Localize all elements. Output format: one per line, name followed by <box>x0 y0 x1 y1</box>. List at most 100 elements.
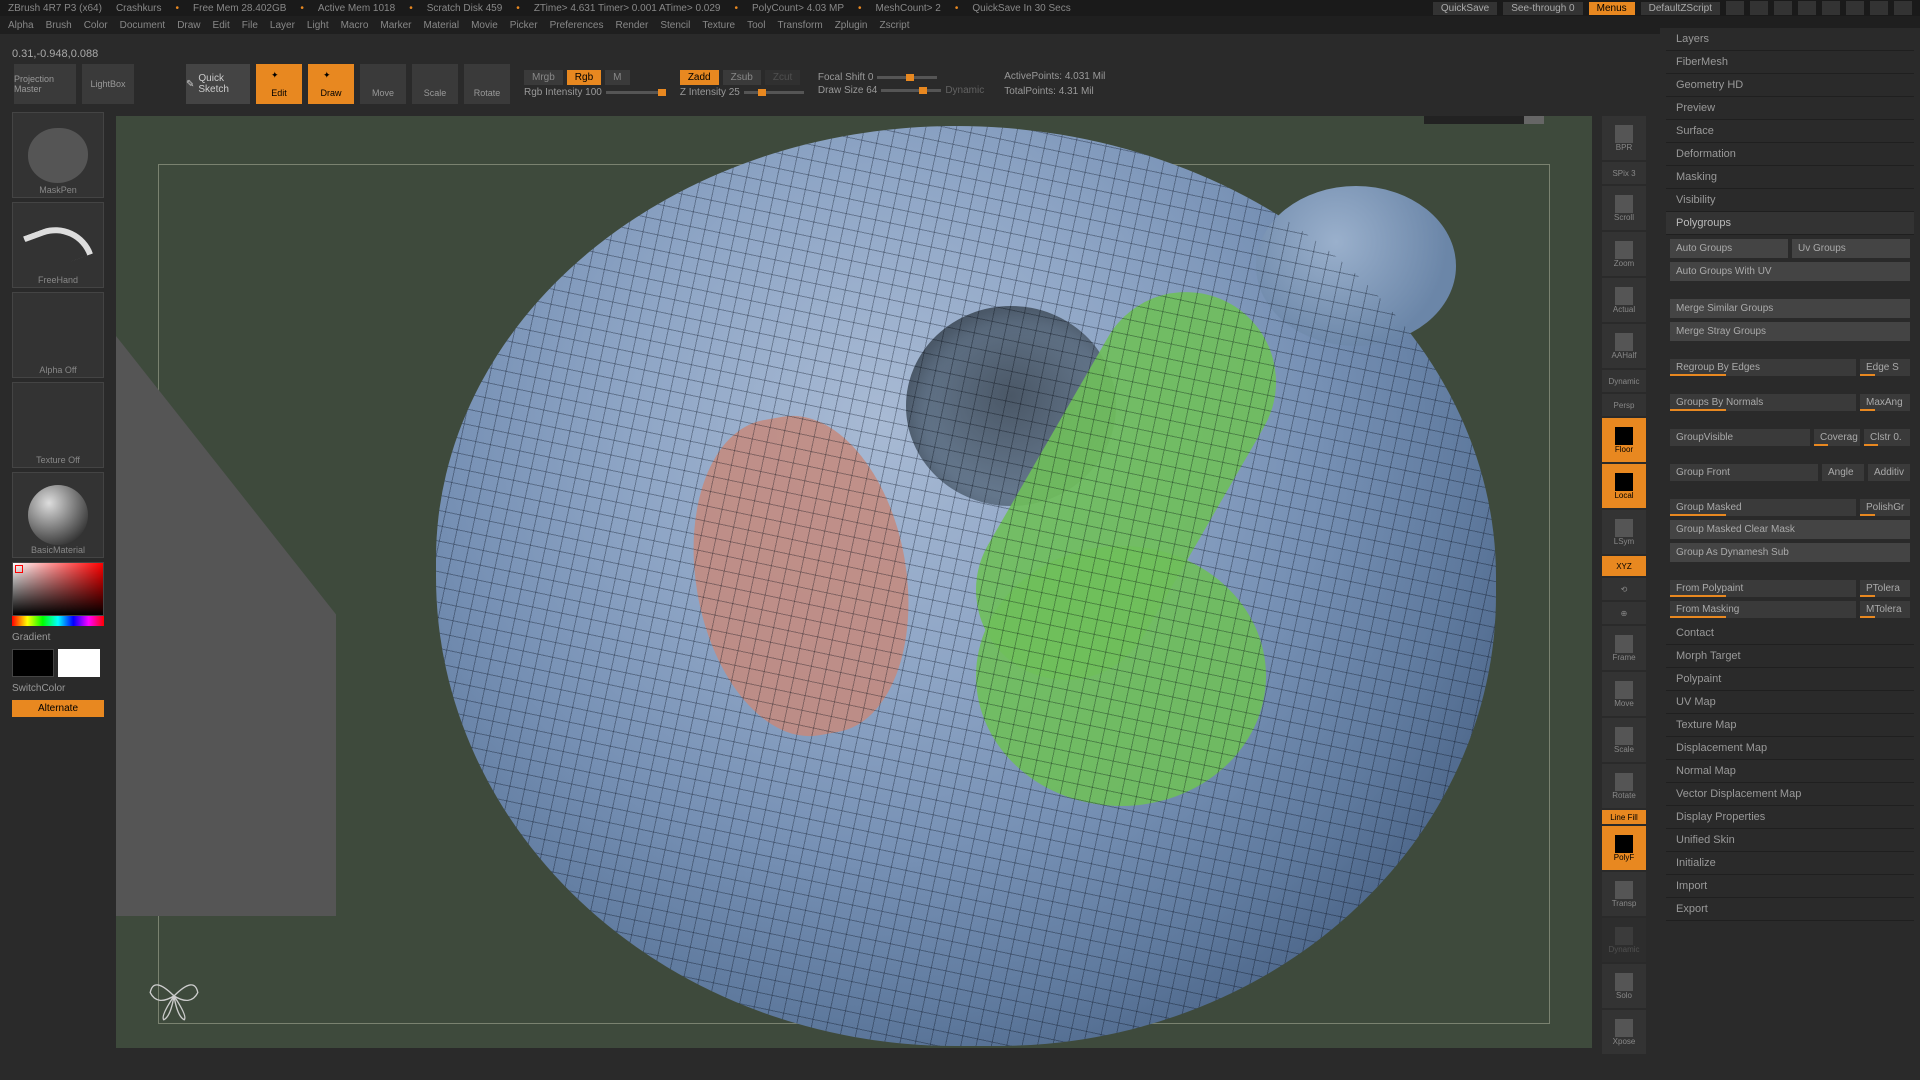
group-masked-button[interactable]: Group Masked <box>1670 499 1856 516</box>
menu-item[interactable]: Alpha <box>8 20 34 31</box>
bpr-button[interactable]: BPR <box>1602 116 1646 160</box>
lightbox-button[interactable]: LightBox <box>82 64 134 104</box>
menu-item[interactable]: Tool <box>747 20 765 31</box>
panel-section[interactable]: Import <box>1666 875 1914 898</box>
menus-button[interactable]: Menus <box>1589 2 1635 15</box>
swatch-secondary[interactable] <box>12 649 54 677</box>
quick-sketch-button[interactable]: ✎ Quick Sketch <box>186 64 250 104</box>
xyz-button[interactable]: XYZ <box>1602 556 1646 576</box>
menu-item[interactable]: Document <box>120 20 166 31</box>
menu-item[interactable]: Render <box>616 20 649 31</box>
color-picker[interactable] <box>12 562 104 616</box>
panel-section[interactable]: Texture Map <box>1666 714 1914 737</box>
menu-item[interactable]: Brush <box>46 20 72 31</box>
axis-button[interactable]: ⊕ <box>1602 602 1646 624</box>
uv-groups-button[interactable]: Uv Groups <box>1792 239 1910 258</box>
menu-item[interactable]: File <box>242 20 258 31</box>
move-button[interactable]: Move <box>1602 672 1646 716</box>
menu-item[interactable]: Light <box>307 20 329 31</box>
panel-section[interactable]: Initialize <box>1666 852 1914 875</box>
quicksave-button[interactable]: QuickSave <box>1433 2 1497 15</box>
script-button[interactable]: DefaultZScript <box>1641 2 1720 15</box>
coverage-slider[interactable]: Coverag <box>1814 429 1860 446</box>
regroup-edges-button[interactable]: Regroup By Edges <box>1670 359 1856 376</box>
panel-section[interactable]: Vector Displacement Map <box>1666 783 1914 806</box>
ptolerance-slider[interactable]: PTolera <box>1860 580 1910 597</box>
m-button[interactable]: M <box>605 70 629 85</box>
polish-slider[interactable]: PolishGr <box>1860 499 1910 516</box>
menu-item[interactable]: Layer <box>270 20 295 31</box>
merge-similar-button[interactable]: Merge Similar Groups <box>1670 299 1910 318</box>
edge-slider[interactable]: Edge S <box>1860 359 1910 376</box>
menu-item[interactable]: Zplugin <box>835 20 868 31</box>
panel-section[interactable]: Contact <box>1666 622 1914 645</box>
group-front-button[interactable]: Group Front <box>1670 464 1818 481</box>
z-intensity-slider[interactable] <box>744 91 804 94</box>
gradient-toggle[interactable]: Gradient <box>12 630 104 645</box>
mtolerance-slider[interactable]: MTolera <box>1860 601 1910 618</box>
window-icon[interactable] <box>1798 1 1816 15</box>
menu-item[interactable]: Macro <box>341 20 369 31</box>
cluster-slider[interactable]: Clstr 0. <box>1864 429 1910 446</box>
stroke-selector[interactable]: FreeHand <box>12 202 104 288</box>
panel-section[interactable]: Display Properties <box>1666 806 1914 829</box>
spix-slider[interactable]: SPix 3 <box>1602 162 1646 184</box>
additive-toggle[interactable]: Additiv <box>1868 464 1910 481</box>
window-icon[interactable] <box>1774 1 1792 15</box>
menu-item[interactable]: Stencil <box>660 20 690 31</box>
panel-section[interactable]: Morph Target <box>1666 645 1914 668</box>
panel-section[interactable]: UV Map <box>1666 691 1914 714</box>
draw-size-slider[interactable] <box>881 89 941 92</box>
material-selector[interactable]: BasicMaterial <box>12 472 104 558</box>
merge-stray-button[interactable]: Merge Stray Groups <box>1670 322 1910 341</box>
scroll-button[interactable]: Scroll <box>1602 186 1646 230</box>
menu-item[interactable]: Zscript <box>880 20 910 31</box>
menu-item[interactable]: Texture <box>702 20 735 31</box>
from-masking-button[interactable]: From Masking <box>1670 601 1856 618</box>
window-icon[interactable] <box>1750 1 1768 15</box>
panel-section[interactable]: Export <box>1666 898 1914 921</box>
panel-section[interactable]: Displacement Map <box>1666 737 1914 760</box>
polyf-button[interactable]: PolyF <box>1602 826 1646 870</box>
window-icon[interactable] <box>1822 1 1840 15</box>
projection-master-button[interactable]: Projection Master <box>14 64 76 104</box>
groups-normals-button[interactable]: Groups By Normals <box>1670 394 1856 411</box>
rotate-button[interactable]: Rotate <box>1602 764 1646 808</box>
maximize-icon[interactable] <box>1870 1 1888 15</box>
texture-selector[interactable]: Texture Off <box>12 382 104 468</box>
mesh-object[interactable] <box>436 126 1496 1046</box>
menu-item[interactable]: Edit <box>213 20 230 31</box>
axis-button[interactable]: ⟲ <box>1602 578 1646 600</box>
zadd-button[interactable]: Zadd <box>680 70 719 85</box>
persp-button[interactable]: Persp <box>1602 394 1646 416</box>
local-button[interactable]: Local <box>1602 464 1646 508</box>
brush-selector[interactable]: MaskPen <box>12 112 104 198</box>
edit-mode-button[interactable]: ✦Edit <box>256 64 302 104</box>
lsym-button[interactable]: LSym <box>1602 510 1646 554</box>
panel-section[interactable]: Normal Map <box>1666 760 1914 783</box>
polygroups-header[interactable]: Polygroups <box>1666 212 1914 235</box>
alpha-selector[interactable]: Alpha Off <box>12 292 104 378</box>
panel-section[interactable]: Layers <box>1666 28 1914 51</box>
panel-section[interactable]: Surface <box>1666 120 1914 143</box>
menu-item[interactable]: Transform <box>777 20 822 31</box>
from-polypaint-button[interactable]: From Polypaint <box>1670 580 1856 597</box>
scale-mode-button[interactable]: Scale <box>412 64 458 104</box>
focal-shift-slider[interactable] <box>877 76 937 79</box>
panel-section[interactable]: Visibility <box>1666 189 1914 212</box>
alternate-button[interactable]: Alternate <box>12 700 104 717</box>
menu-item[interactable]: Color <box>84 20 108 31</box>
panel-section[interactable]: Preview <box>1666 97 1914 120</box>
aahalf-button[interactable]: AAHalf <box>1602 324 1646 368</box>
zcut-button[interactable]: Zcut <box>765 70 800 85</box>
viewport[interactable] <box>116 116 1592 1048</box>
menu-item[interactable]: Draw <box>177 20 200 31</box>
menu-item[interactable]: Marker <box>380 20 411 31</box>
rotate-mode-button[interactable]: Rotate <box>464 64 510 104</box>
angle-slider[interactable]: Angle <box>1822 464 1864 481</box>
menu-item[interactable]: Material <box>424 20 460 31</box>
swatch-primary[interactable] <box>58 649 100 677</box>
draw-mode-button[interactable]: ✦Draw <box>308 64 354 104</box>
maxangle-slider[interactable]: MaxAng <box>1860 394 1910 411</box>
floor-button[interactable]: Floor <box>1602 418 1646 462</box>
